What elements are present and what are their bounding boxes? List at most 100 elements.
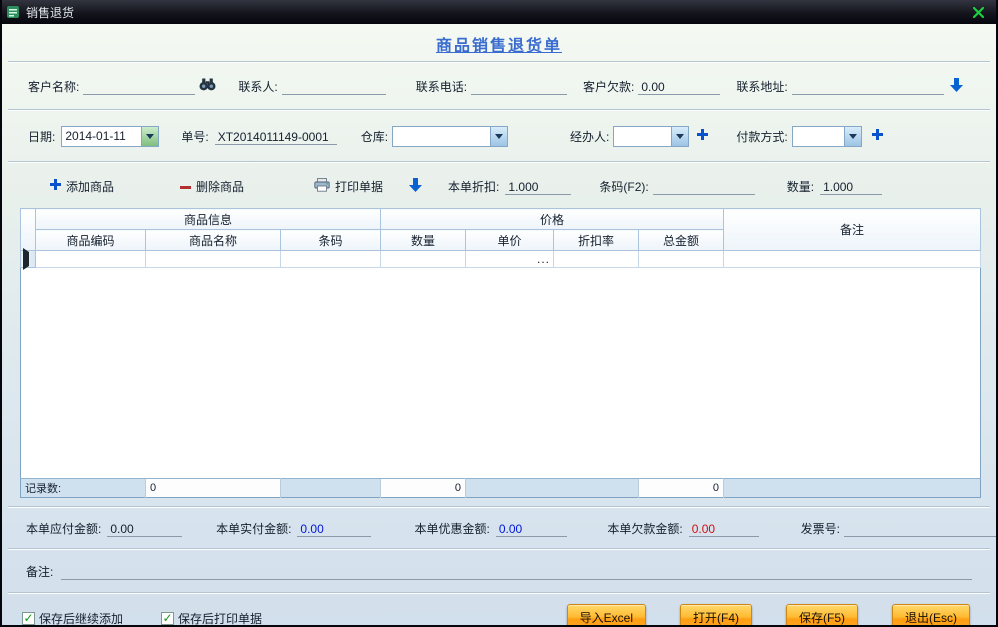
payment-label: 付款方式: — [736, 129, 788, 144]
barcode-input[interactable] — [652, 177, 755, 195]
save-print-label: 保存后打印单据 — [178, 611, 263, 626]
cell-barcode[interactable] — [280, 250, 381, 268]
group-header-remark: 备注 — [723, 208, 982, 251]
col-header-quantity[interactable]: 数量 — [380, 229, 466, 251]
customer-row: 客户名称: 联系人: 联系电话: 客户欠款: 0.00 联系地址: — [2, 66, 996, 106]
remark-label: 备注: — [26, 564, 54, 579]
address-label: 联系地址: — [736, 79, 788, 94]
grid-empty-area — [20, 267, 981, 479]
amount-total-value: 0 — [637, 478, 725, 498]
quantity-field[interactable]: 1.000 — [820, 178, 883, 195]
print-options-arrow-icon[interactable] — [409, 177, 423, 195]
add-payment-icon[interactable] — [871, 129, 883, 143]
delete-item-button[interactable]: 删除商品 — [180, 178, 244, 195]
cell-more-button[interactable]: ... — [537, 253, 550, 265]
preferential-field[interactable]: 0.00 — [495, 520, 568, 537]
save-continue-label: 保存后继续添加 — [39, 611, 124, 626]
save-continue-checkbox[interactable]: ✓ 保存后继续添加 — [22, 610, 124, 626]
exit-button[interactable]: 退出(Esc) — [892, 604, 970, 625]
action-row: ✓ 保存后继续添加 ✓ 保存后打印单据 导入Excel 打开(F4) 保存(F5… — [2, 597, 996, 625]
print-receipt-button[interactable]: 打印单据 — [314, 177, 384, 195]
contact-label: 联系人: — [238, 79, 278, 94]
footer-spacer — [465, 478, 554, 498]
preferential-label: 本单优惠金额: — [414, 521, 490, 536]
grid-footer-row: 记录数: 0 0 0 — [20, 478, 981, 498]
date-select[interactable]: 2014-01-11 — [61, 125, 160, 147]
add-item-label: 添加商品 — [66, 179, 115, 194]
footer-spacer — [280, 478, 381, 498]
chevron-down-icon — [843, 126, 861, 146]
arrears-field: 0.00 — [688, 520, 759, 537]
customer-debt-field: 0.00 — [638, 78, 721, 95]
cell-quantity[interactable] — [380, 250, 466, 268]
invoice-input[interactable] — [844, 519, 996, 537]
remark-input[interactable] — [61, 562, 972, 580]
window-title: 销售退货 — [26, 5, 75, 20]
quantity-total-value: 0 — [380, 478, 466, 498]
order-row: 日期: 2014-01-11 单号: XT2014011149-0001 仓库:… — [2, 114, 996, 158]
payable-label: 本单应付金额: — [26, 521, 102, 536]
binoculars-search-icon[interactable] — [199, 78, 216, 94]
page-title: 商品销售退货单 — [435, 38, 562, 55]
address-expand-arrow-icon[interactable] — [949, 77, 963, 95]
customer-name-input[interactable] — [83, 77, 196, 95]
current-row-indicator-icon — [23, 248, 29, 270]
cell-unit-price[interactable]: ... — [465, 250, 554, 268]
open-button[interactable]: 打开(F4) — [680, 604, 752, 625]
form-body: 商品销售退货单 客户名称: 联系人: 联系电话: 客户欠款: 0.00 联系地址… — [2, 24, 996, 625]
sales-return-window: 销售退货 商品销售退货单 客户名称: 联系人: 联系电话: 客户欠款: 0.00… — [0, 0, 998, 627]
cell-product-name[interactable] — [145, 250, 281, 268]
app-icon — [6, 5, 20, 19]
save-button[interactable]: 保存(F5) — [786, 604, 858, 625]
address-input[interactable] — [791, 77, 944, 95]
form-title-row: 商品销售退货单 — [2, 24, 996, 58]
col-header-discount-rate[interactable]: 折扣率 — [553, 229, 639, 251]
add-agent-icon[interactable] — [697, 129, 709, 143]
action-buttons: 导入Excel 打开(F4) 保存(F5) 退出(Esc) — [566, 604, 970, 625]
order-number-label: 单号: — [181, 129, 209, 144]
summary-row: 本单应付金额: 0.00 本单实付金额: 0.00 本单优惠金额: 0.00 本… — [2, 511, 996, 545]
cell-product-code[interactable] — [35, 250, 146, 268]
divider — [8, 592, 990, 594]
close-button[interactable] — [968, 4, 988, 21]
cell-total-amount[interactable] — [637, 250, 725, 268]
date-label: 日期: — [28, 129, 56, 144]
agent-select[interactable] — [613, 125, 690, 147]
remark-row: 备注: — [2, 553, 996, 589]
col-header-product-name[interactable]: 商品名称 — [145, 229, 281, 251]
customer-name-label: 客户名称: — [28, 79, 80, 94]
col-header-product-code[interactable]: 商品编码 — [35, 229, 146, 251]
printer-icon — [314, 177, 330, 195]
contact-input[interactable] — [281, 77, 386, 95]
payment-value — [793, 127, 844, 146]
print-receipt-label: 打印单据 — [335, 179, 384, 194]
col-header-total-amount[interactable]: 总金额 — [637, 229, 725, 251]
payable-field: 0.00 — [107, 520, 183, 537]
phone-input[interactable] — [471, 77, 568, 95]
col-header-barcode[interactable]: 条码 — [280, 229, 381, 251]
col-header-unit-price[interactable]: 单价 — [465, 229, 554, 251]
items-grid: 商品信息 价格 备注 商品编码 商品名称 条码 数量 单价 折扣率 总金额 ..… — [20, 208, 982, 498]
record-count-label: 记录数: — [20, 478, 146, 498]
checkmark-icon: ✓ — [161, 611, 175, 625]
title-bar[interactable]: 销售退货 — [2, 0, 996, 24]
import-excel-button[interactable]: 导入Excel — [566, 604, 646, 625]
payment-select[interactable] — [791, 125, 862, 147]
warehouse-value — [393, 127, 490, 146]
add-item-button[interactable]: 添加商品 — [50, 178, 114, 195]
save-print-checkbox[interactable]: ✓ 保存后打印单据 — [161, 610, 263, 626]
order-number-field: XT2014011149-0001 — [214, 128, 337, 145]
quantity-label: 数量: — [786, 179, 815, 194]
warehouse-select[interactable] — [392, 125, 509, 147]
arrears-label: 本单欠款金额: — [607, 521, 683, 536]
paid-field[interactable]: 0.00 — [297, 520, 371, 537]
discount-field[interactable]: 1.000 — [505, 178, 572, 195]
group-header-price: 价格 — [379, 208, 725, 230]
grid-data-row[interactable]: ... — [20, 248, 982, 270]
divider — [8, 109, 990, 111]
divider — [8, 61, 990, 63]
cell-remark[interactable] — [723, 250, 982, 268]
customer-debt-label: 客户欠款: — [583, 79, 635, 94]
cell-discount-rate[interactable] — [553, 250, 639, 268]
phone-label: 联系电话: — [415, 79, 468, 94]
